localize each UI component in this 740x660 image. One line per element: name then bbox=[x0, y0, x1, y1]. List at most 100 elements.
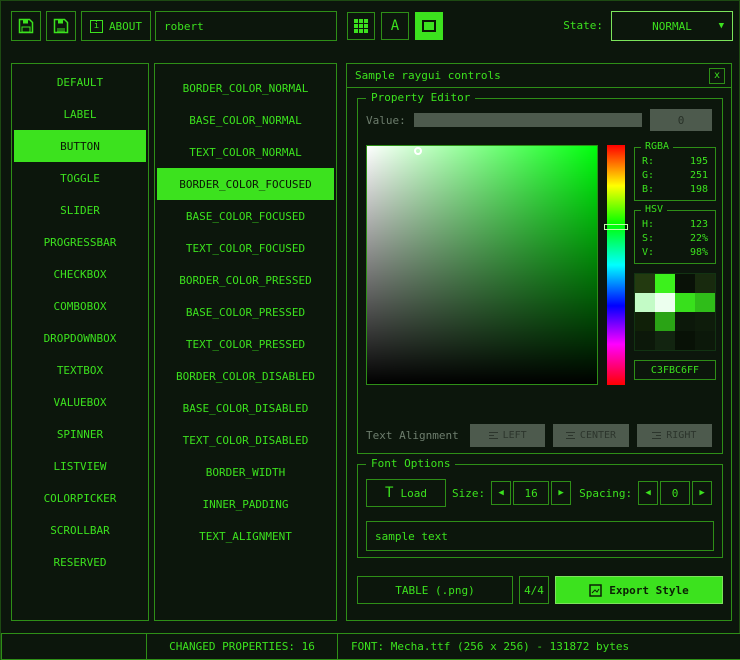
control-item-listview[interactable]: LISTVIEW bbox=[14, 450, 146, 482]
property-item-text-color-focused[interactable]: TEXT_COLOR_FOCUSED bbox=[157, 232, 334, 264]
g-label: G: bbox=[642, 169, 654, 183]
export-format-button[interactable]: TABLE (.png) bbox=[357, 576, 513, 604]
palette-swatch[interactable] bbox=[695, 331, 715, 350]
property-item-border-color-focused[interactable]: BORDER_COLOR_FOCUSED bbox=[157, 168, 334, 200]
close-button[interactable]: x bbox=[709, 68, 725, 84]
load-font-button[interactable]: T Load bbox=[366, 479, 446, 507]
left-arrow-icon: ◀ bbox=[498, 488, 503, 498]
control-item-scrollbar[interactable]: SCROLLBAR bbox=[14, 514, 146, 546]
palette-swatch[interactable] bbox=[675, 293, 695, 312]
spacing-decrement-button[interactable]: ◀ bbox=[638, 481, 658, 505]
palette-swatch[interactable] bbox=[695, 312, 715, 331]
property-item-text-color-normal[interactable]: TEXT_COLOR_NORMAL bbox=[157, 136, 334, 168]
size-increment-button[interactable]: ▶ bbox=[551, 481, 571, 505]
palette-swatch[interactable] bbox=[655, 312, 675, 331]
controls-preview-button[interactable] bbox=[415, 12, 443, 40]
control-item-button[interactable]: BUTTON bbox=[14, 130, 146, 162]
control-item-label[interactable]: LABEL bbox=[14, 98, 146, 130]
style-table-view-button[interactable] bbox=[347, 12, 375, 40]
color-picker-area: RGBA R:195 G:251 B:198 HSV H:123 S:22% V… bbox=[366, 145, 716, 387]
export-style-button[interactable]: Export Style bbox=[555, 576, 723, 604]
size-value[interactable]: 16 bbox=[513, 481, 549, 505]
palette-swatch[interactable] bbox=[655, 293, 675, 312]
chevron-down-icon: ▼ bbox=[719, 21, 724, 31]
window-title: Sample raygui controls bbox=[355, 69, 501, 82]
control-item-dropdownbox[interactable]: DROPDOWNBOX bbox=[14, 322, 146, 354]
palette-swatch[interactable] bbox=[675, 274, 695, 293]
palette-swatch[interactable] bbox=[635, 274, 655, 293]
control-item-valuebox[interactable]: VALUEBOX bbox=[14, 386, 146, 418]
hue-marker bbox=[604, 224, 628, 230]
save-as-button[interactable] bbox=[46, 11, 76, 41]
value-row: Value: 0 bbox=[366, 109, 712, 131]
property-editor-title: Property Editor bbox=[366, 91, 475, 104]
property-item-text-alignment[interactable]: TEXT_ALIGNMENT bbox=[157, 520, 334, 552]
r-label: R: bbox=[642, 155, 654, 169]
v-value: 98% bbox=[690, 246, 708, 260]
align-left-icon bbox=[489, 431, 498, 440]
property-item-base-color-pressed[interactable]: BASE_COLOR_PRESSED bbox=[157, 296, 334, 328]
spacing-increment-button[interactable]: ▶ bbox=[692, 481, 712, 505]
hex-color-textbox[interactable]: C3FBC6FF bbox=[634, 360, 716, 380]
style-name-input[interactable] bbox=[155, 11, 337, 41]
palette-swatch[interactable] bbox=[695, 274, 715, 293]
state-dropdown[interactable]: NORMAL ▼ bbox=[611, 11, 733, 41]
control-item-default[interactable]: DEFAULT bbox=[14, 66, 146, 98]
format-counter: 4/4 bbox=[519, 576, 549, 604]
size-decrement-button[interactable]: ◀ bbox=[491, 481, 511, 505]
property-item-border-color-normal[interactable]: BORDER_COLOR_NORMAL bbox=[157, 72, 334, 104]
property-item-border-width[interactable]: BORDER_WIDTH bbox=[157, 456, 334, 488]
control-item-checkbox[interactable]: CHECKBOX bbox=[14, 258, 146, 290]
palette-swatch[interactable] bbox=[655, 274, 675, 293]
hue-slider[interactable] bbox=[607, 145, 625, 385]
control-item-progressbar[interactable]: PROGRESSBAR bbox=[14, 226, 146, 258]
palette-swatch[interactable] bbox=[655, 331, 675, 350]
r-value: 195 bbox=[690, 155, 708, 169]
property-editor-group: Property Editor Value: 0 RGBA R:195 G bbox=[357, 98, 723, 454]
control-item-spinner[interactable]: SPINNER bbox=[14, 418, 146, 450]
control-item-combobox[interactable]: COMBOBOX bbox=[14, 290, 146, 322]
control-item-colorpicker[interactable]: COLORPICKER bbox=[14, 482, 146, 514]
palette-swatch[interactable] bbox=[695, 293, 715, 312]
property-item-border-color-disabled[interactable]: BORDER_COLOR_DISABLED bbox=[157, 360, 334, 392]
palette-swatch[interactable] bbox=[635, 312, 655, 331]
window-titlebar[interactable]: Sample raygui controls x bbox=[347, 64, 731, 88]
property-item-base-color-normal[interactable]: BASE_COLOR_NORMAL bbox=[157, 104, 334, 136]
letter-a-icon: A bbox=[391, 18, 399, 34]
align-right-icon bbox=[652, 431, 661, 440]
s-label: S: bbox=[642, 232, 654, 246]
rguistyler-app: i ABOUT A State: NORMAL ▼ DEFAULT LABEL … bbox=[0, 0, 740, 660]
rgba-box: RGBA R:195 G:251 B:198 bbox=[634, 147, 716, 201]
palette-swatch[interactable] bbox=[635, 331, 655, 350]
changed-properties-text: CHANGED PROPERTIES: 16 bbox=[169, 640, 315, 653]
about-button[interactable]: i ABOUT bbox=[81, 11, 151, 41]
property-item-base-color-focused[interactable]: BASE_COLOR_FOCUSED bbox=[157, 200, 334, 232]
align-center-button[interactable]: CENTER bbox=[553, 424, 628, 447]
palette-swatch[interactable] bbox=[675, 312, 695, 331]
property-item-text-color-disabled[interactable]: TEXT_COLOR_DISABLED bbox=[157, 424, 334, 456]
right-arrow-icon: ▶ bbox=[558, 488, 563, 498]
text-alignment-row: Text Alignment LEFT CENTER RIGHT bbox=[366, 423, 712, 447]
spacing-value[interactable]: 0 bbox=[660, 481, 690, 505]
control-item-textbox[interactable]: TEXTBOX bbox=[14, 354, 146, 386]
property-item-inner-padding[interactable]: INNER_PADDING bbox=[157, 488, 334, 520]
font-atlas-view-button[interactable]: A bbox=[381, 12, 409, 40]
g-value: 251 bbox=[690, 169, 708, 183]
save-style-button[interactable] bbox=[11, 11, 41, 41]
palette-swatch[interactable] bbox=[675, 331, 695, 350]
palette-swatch[interactable] bbox=[635, 293, 655, 312]
control-item-reserved[interactable]: RESERVED bbox=[14, 546, 146, 578]
saturation-value-picker[interactable] bbox=[366, 145, 598, 385]
property-item-text-color-pressed[interactable]: TEXT_COLOR_PRESSED bbox=[157, 328, 334, 360]
value-number-button[interactable]: 0 bbox=[650, 109, 712, 131]
status-changed-properties: CHANGED PROPERTIES: 16 bbox=[146, 633, 338, 660]
property-item-border-color-pressed[interactable]: BORDER_COLOR_PRESSED bbox=[157, 264, 334, 296]
control-item-toggle[interactable]: TOGGLE bbox=[14, 162, 146, 194]
align-right-button[interactable]: RIGHT bbox=[637, 424, 712, 447]
sample-text-input[interactable]: sample text bbox=[366, 521, 714, 551]
properties-list: BORDER_COLOR_NORMAL BASE_COLOR_NORMAL TE… bbox=[154, 63, 337, 621]
control-item-slider[interactable]: SLIDER bbox=[14, 194, 146, 226]
align-left-button[interactable]: LEFT bbox=[470, 424, 545, 447]
property-item-base-color-disabled[interactable]: BASE_COLOR_DISABLED bbox=[157, 392, 334, 424]
value-slider[interactable] bbox=[414, 113, 642, 127]
